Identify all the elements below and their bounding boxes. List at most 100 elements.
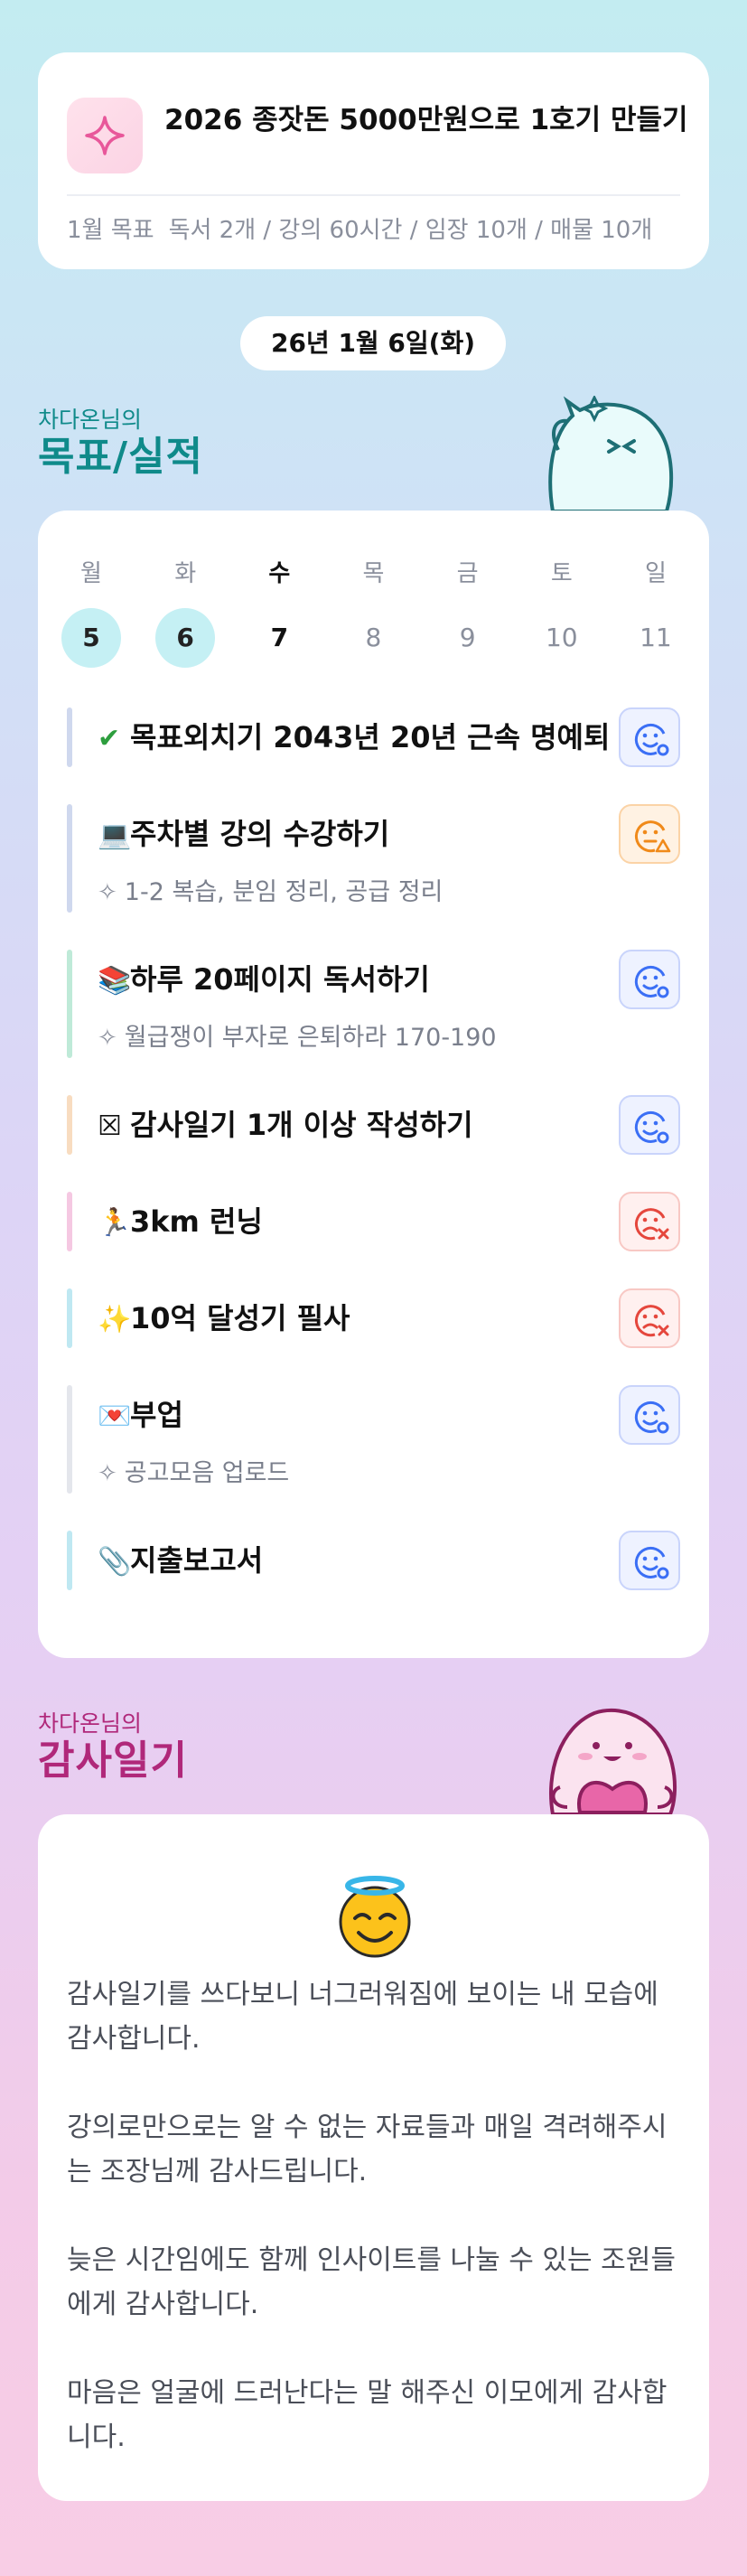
task-title-text: 감사일기 1개 이상 작성하기 — [130, 1108, 473, 1142]
status-smile-icon[interactable] — [619, 1385, 680, 1445]
task-subtitle: ✧ 공고모음 업로드 — [98, 1456, 289, 1492]
day-sat[interactable]: 토 10 — [530, 556, 593, 668]
day-mon[interactable]: 월5 — [60, 556, 123, 668]
day-name: 수 — [268, 560, 291, 587]
task-title: 💻주차별 강의 수강하기 — [98, 804, 608, 866]
runner-icon: 🏃 — [98, 1207, 132, 1239]
love-letter-icon: 💌 — [98, 1400, 132, 1432]
gratitude-paragraph: 강의로만으로는 알 수 없는 자료들과 매일 격려해주시는 조장님께 감사드립니… — [67, 2112, 668, 2187]
status-smile-icon[interactable] — [619, 1531, 680, 1590]
task-subtitle-text: 공고모음 업로드 — [124, 1459, 290, 1487]
goals-owner-label: 차다온님의 — [38, 407, 143, 433]
month-label: 1월 목표 — [67, 217, 154, 244]
task-item[interactable]: 💌부업 ✧ 공고모음 업로드 — [67, 1385, 680, 1494]
receipt-icon: 📎 — [98, 1546, 132, 1578]
task-color-bar — [67, 1385, 72, 1494]
task-color-bar — [67, 950, 72, 1058]
task-title: ✔ 목표외치기 2043년 20년 근속 명예퇴 — [98, 707, 611, 769]
task-title: 🏃3km 런닝 — [98, 1192, 608, 1253]
day-fri[interactable]: 금9 — [436, 556, 500, 668]
task-title-text: 지출보고서 — [130, 1543, 264, 1578]
day-number: 11 — [640, 623, 672, 652]
task-title-text: 부업 — [130, 1398, 183, 1432]
day-number: 7 — [270, 623, 289, 652]
day-name: 월 — [80, 560, 102, 587]
task-item[interactable]: 📎지출보고서 — [67, 1531, 680, 1590]
goal-title: 2026 종잣돈 5000만원으로 1호기 만들기 — [164, 104, 688, 136]
day-thu[interactable]: 목8 — [341, 556, 405, 668]
ballot-box-x-icon: ☒ — [98, 1110, 122, 1142]
task-item[interactable]: 🏃3km 런닝 — [67, 1192, 680, 1251]
task-color-bar — [67, 804, 72, 913]
status-smile-icon[interactable] — [619, 707, 680, 767]
task-title: ☒ 감사일기 1개 이상 작성하기 — [98, 1095, 608, 1157]
status-smile-icon[interactable] — [619, 1095, 680, 1155]
sparkles-icon: ✨ — [98, 1304, 132, 1335]
day-sun[interactable]: 일 11 — [624, 556, 687, 668]
divider — [67, 194, 680, 196]
task-subtitle-text: 월급쟁이 부자로 은퇴하라 170-190 — [124, 1024, 497, 1052]
task-title: 💌부업 — [98, 1385, 608, 1447]
gratitude-paragraph: 마음은 얼굴에 드러난다는 말 해주신 이모에게 감사합니다. — [67, 2377, 668, 2453]
laptop-icon: 💻 — [98, 820, 132, 851]
day-wed[interactable]: 수7 — [247, 556, 311, 668]
day-tue[interactable]: 화6 — [154, 556, 217, 668]
gratitude-section-header: 차다온님의 감사일기 — [38, 1710, 188, 1784]
goals-section-title: 목표/실적 — [38, 434, 203, 480]
task-color-bar — [67, 707, 72, 767]
day-number: 9 — [459, 623, 476, 652]
day-name: 토 — [550, 560, 573, 587]
month-goals-text: 독서 2개 / 강의 60시간 / 임장 10개 / 매물 10개 — [168, 217, 653, 244]
task-color-bar — [67, 1192, 72, 1251]
task-item[interactable]: ✔ 목표외치기 2043년 20년 근속 명예퇴 — [67, 707, 680, 767]
gratitude-card: 감사일기를 쓰다보니 너그러워짐에 보이는 내 모습에 감사합니다. 강의로만으… — [38, 1814, 709, 2501]
task-title: 📚하루 20페이지 독서하기 — [98, 950, 608, 1011]
status-smile-icon[interactable] — [619, 950, 680, 1009]
task-item[interactable]: 💻주차별 강의 수강하기 ✧ 1-2 복습, 분임 정리, 공급 정리 — [67, 804, 680, 913]
task-subtitle: ✧ 월급쟁이 부자로 은퇴하라 170-190 — [98, 1020, 497, 1056]
check-icon: ✔ — [98, 723, 121, 754]
task-item[interactable]: 📚하루 20페이지 독서하기 ✧ 월급쟁이 부자로 은퇴하라 170-190 — [67, 950, 680, 1058]
status-warning-icon[interactable] — [619, 804, 680, 864]
gratitude-paragraph: 늦은 시간임에도 함께 인사이트를 나눌 수 있는 조원들에게 감사합니다. — [67, 2244, 676, 2320]
task-title-text: 하루 20페이지 독서하기 — [130, 962, 430, 997]
sparkle-icon — [67, 98, 143, 173]
sparkle-icon: ✧ — [98, 1025, 117, 1052]
gratitude-paragraph: 감사일기를 쓰다보니 너그러워짐에 보이는 내 모습에 감사합니다. — [67, 1979, 658, 2055]
pink-mascot-illustration — [548, 1708, 677, 1816]
day-number: 8 — [365, 623, 382, 652]
status-fail-icon[interactable] — [619, 1192, 680, 1251]
month-goals: 1월 목표 독서 2개 / 강의 60시간 / 임장 10개 / 매물 10개 — [67, 208, 709, 253]
task-item[interactable]: ✨10억 달성기 필사 — [67, 1288, 680, 1348]
smiling-face-with-halo-icon — [339, 1876, 411, 1958]
task-subtitle: ✧ 1-2 복습, 분임 정리, 공급 정리 — [98, 875, 443, 911]
sparkle-icon: ✧ — [98, 1460, 117, 1487]
gratitude-section-title: 감사일기 — [38, 1738, 188, 1784]
gratitude-owner-label: 차다온님의 — [38, 1710, 143, 1737]
task-title-text: 10억 달성기 필사 — [130, 1301, 350, 1335]
task-item[interactable]: ☒ 감사일기 1개 이상 작성하기 — [67, 1095, 680, 1155]
status-fail-icon[interactable] — [619, 1288, 680, 1348]
day-name: 목 — [362, 560, 385, 587]
goal-card[interactable]: 2026 종잣돈 5000만원으로 1호기 만들기 1월 목표 독서 2개 / 강… — [38, 52, 709, 269]
day-number: 5 — [61, 608, 121, 668]
week-calendar: 월5 화6 수7 목8 금9 토 10 일 11 — [60, 556, 687, 668]
sparkle-icon: ✧ — [98, 879, 117, 906]
day-number: 6 — [155, 608, 216, 668]
day-name: 화 — [174, 560, 197, 587]
task-title: ✨10억 달성기 필사 — [98, 1288, 608, 1350]
task-subtitle-text: 1-2 복습, 분임 정리, 공급 정리 — [124, 878, 444, 906]
goals-section-header: 차다온님의 목표/실적 — [38, 407, 203, 481]
task-title-text: 목표외치기 2043년 20년 근속 명예퇴 — [130, 720, 611, 754]
task-color-bar — [67, 1095, 72, 1155]
date-label[interactable]: 26년 1월 6일(화) — [240, 316, 506, 370]
teal-mascot-illustration — [548, 396, 674, 513]
day-number: 10 — [545, 623, 578, 652]
task-title: 📎지출보고서 — [98, 1531, 608, 1592]
task-color-bar — [67, 1288, 72, 1348]
task-title-text: 3km 런닝 — [130, 1204, 263, 1239]
goals-card: 월5 화6 수7 목8 금9 토 10 일 11 ✔ 목표외치기 2043년 20년 … — [38, 511, 709, 1658]
day-name: 일 — [644, 560, 667, 587]
gratitude-text: 감사일기를 쓰다보니 너그러워짐에 보이는 내 모습에 감사합니다. 강의로만으… — [67, 1972, 680, 2504]
books-icon: 📚 — [98, 965, 132, 997]
